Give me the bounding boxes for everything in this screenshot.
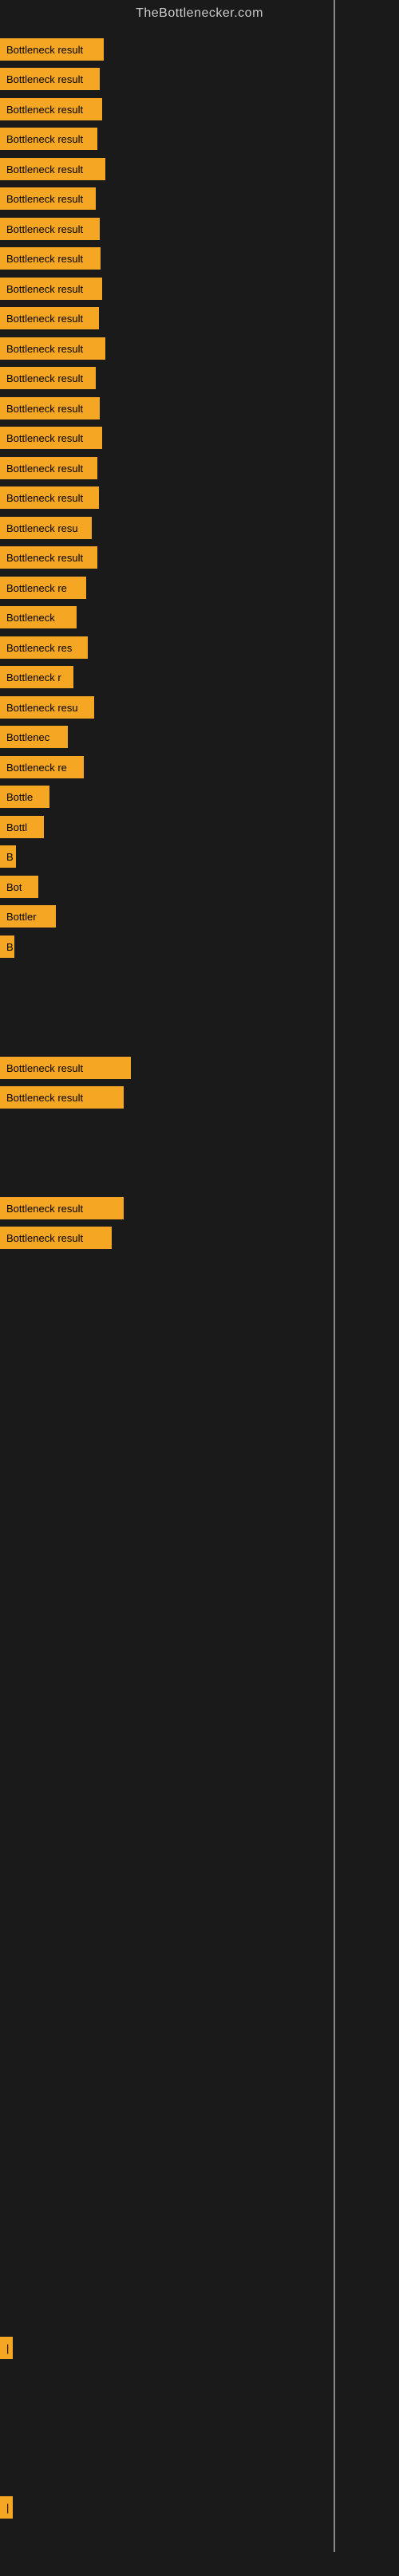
vertical-line xyxy=(334,0,335,2552)
bottleneck-bar: Bot xyxy=(0,876,38,898)
bottleneck-bar: Bottleneck result xyxy=(0,427,102,449)
bottleneck-bar: Bottleneck result xyxy=(0,187,96,210)
bottleneck-bar: Bottleneck result xyxy=(0,1086,124,1109)
bottleneck-bar: Bottleneck re xyxy=(0,756,84,778)
bottleneck-bar: B xyxy=(0,845,16,868)
bottleneck-bar: | xyxy=(0,2337,13,2359)
bottleneck-bar: | xyxy=(0,2496,13,2519)
bottleneck-bar: Bottleneck result xyxy=(0,367,96,389)
bottleneck-bar: Bottleneck result xyxy=(0,128,97,150)
bottleneck-bar: Bottleneck re xyxy=(0,577,86,599)
bottleneck-bar: Bottleneck result xyxy=(0,218,100,240)
bottleneck-bar: Bottleneck r xyxy=(0,666,73,688)
bottleneck-bar: Bottleneck result xyxy=(0,1197,124,1219)
bottleneck-bar: Bottle xyxy=(0,786,49,808)
bottleneck-bar: Bottlenec xyxy=(0,726,68,748)
bottleneck-bar: Bottleneck result xyxy=(0,68,100,90)
bottleneck-bar: Bottleneck result xyxy=(0,278,102,300)
bottleneck-bar: Bottleneck xyxy=(0,606,77,628)
bottleneck-bar: Bottleneck result xyxy=(0,337,105,360)
bottleneck-bar: Bottleneck result xyxy=(0,1057,131,1079)
bottleneck-bar: Bottleneck result xyxy=(0,158,105,180)
bottleneck-bar: Bottleneck result xyxy=(0,38,104,61)
bottleneck-bar: Bottleneck result xyxy=(0,397,100,419)
bottleneck-bar: Bottleneck result xyxy=(0,247,101,270)
bottleneck-bar: Bottler xyxy=(0,905,56,928)
bottleneck-bar: Bottleneck result xyxy=(0,307,99,329)
bottleneck-bar: Bottleneck result xyxy=(0,457,97,479)
bottleneck-bar: Bottleneck res xyxy=(0,636,88,659)
bottleneck-bar: Bottleneck result xyxy=(0,1227,112,1249)
bottleneck-bar: Bottleneck resu xyxy=(0,696,94,719)
bottleneck-bar: Bottleneck result xyxy=(0,546,97,569)
bottleneck-bar: Bottleneck result xyxy=(0,486,99,509)
bottleneck-bar: Bottleneck result xyxy=(0,98,102,120)
bottleneck-bar: Bottleneck resu xyxy=(0,517,92,539)
site-title: TheBottlenecker.com xyxy=(0,0,399,24)
bottleneck-bar: B xyxy=(0,935,14,958)
bottleneck-bar: Bottl xyxy=(0,816,44,838)
